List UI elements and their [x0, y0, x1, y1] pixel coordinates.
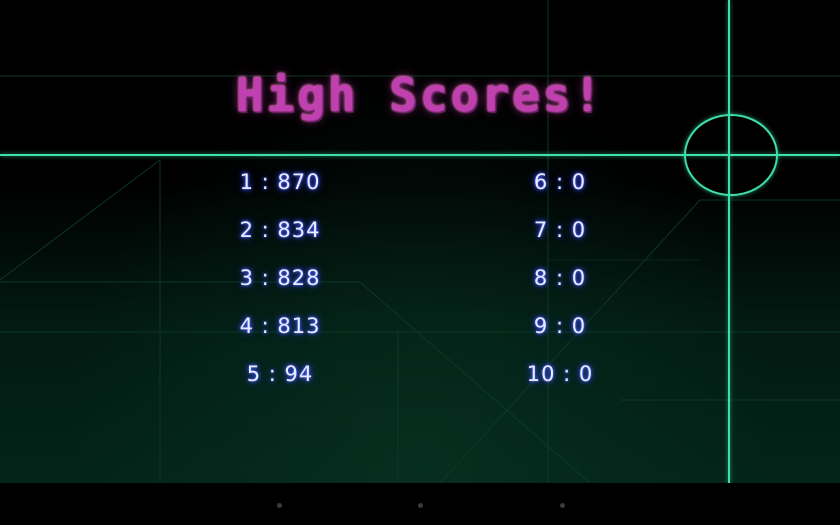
score-entry-8: 8 : 0 — [533, 266, 587, 290]
nav-home-icon[interactable] — [418, 503, 423, 508]
nav-back-icon[interactable] — [277, 503, 282, 508]
score-entry-9: 9 : 0 — [533, 314, 587, 338]
system-navigation-bar — [0, 483, 840, 525]
crosshair-icon — [684, 114, 778, 196]
score-entry-6: 6 : 0 — [533, 170, 587, 194]
score-entry-5: 5 : 94 — [246, 362, 314, 386]
score-entry-7: 7 : 0 — [533, 218, 587, 242]
score-entry-2: 2 : 834 — [239, 218, 321, 242]
score-entry-10: 10 : 0 — [526, 362, 594, 386]
crosshair-vertical-line — [728, 0, 730, 483]
nav-recent-apps-icon[interactable] — [560, 503, 565, 508]
score-entry-4: 4 : 813 — [239, 314, 321, 338]
score-column-left: 1 : 870 2 : 834 3 : 828 4 : 813 5 : 94 — [180, 166, 380, 406]
game-area: High Scores! 1 : 870 2 : 834 3 : 828 4 :… — [0, 0, 840, 483]
high-scores-title: High Scores! — [235, 68, 605, 122]
score-column-right: 6 : 0 7 : 0 8 : 0 9 : 0 10 : 0 — [460, 166, 660, 406]
score-entry-1: 1 : 870 — [239, 170, 321, 194]
score-entry-3: 3 : 828 — [239, 266, 321, 290]
high-scores-screen: High Scores! 1 : 870 2 : 834 3 : 828 4 :… — [0, 0, 840, 525]
